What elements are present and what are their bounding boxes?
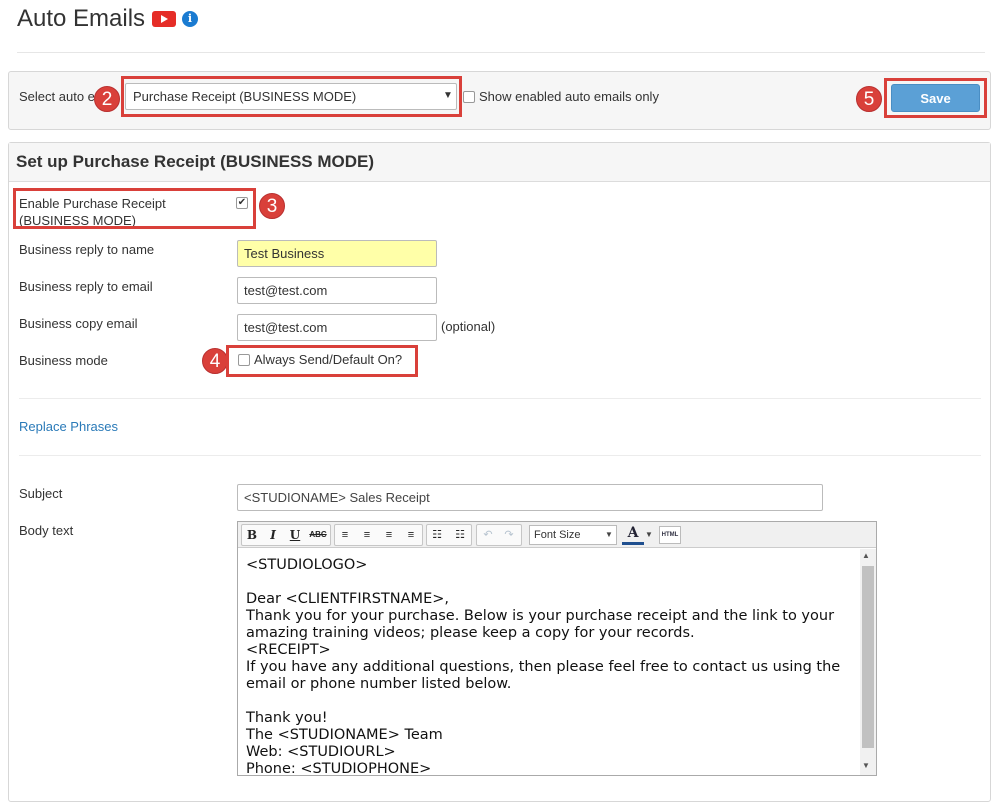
editor-line: Phone: <STUDIOPHONE> (246, 761, 432, 777)
copy-email-input[interactable]: test@test.com (237, 314, 437, 341)
editor-line: email or phone number listed below. (246, 676, 512, 692)
bullet-list-icon[interactable]: ☷ (428, 526, 446, 544)
step-badge-5: 5 (856, 86, 882, 112)
font-color-icon[interactable]: A (622, 525, 644, 545)
justify-icon[interactable]: ≡ (402, 526, 420, 544)
editor-line: Thank you for your purchase. Below is yo… (246, 608, 835, 624)
subject-label: Subject (19, 486, 63, 501)
show-enabled-checkbox[interactable] (463, 91, 475, 103)
youtube-icon[interactable] (152, 11, 176, 27)
business-mode-label: Business mode (19, 353, 108, 368)
bold-button[interactable]: B (243, 526, 261, 544)
scroll-down-icon[interactable]: ▼ (862, 761, 870, 770)
step-badge-2: 2 (94, 86, 120, 112)
replace-phrases-link[interactable]: Replace Phrases (19, 419, 118, 434)
italic-button[interactable]: I (264, 526, 282, 544)
editor-line: <STUDIOLOGO> (246, 557, 368, 573)
html-source-button[interactable]: HTML (659, 526, 681, 544)
editor-line: <RECEIPT> (246, 642, 331, 658)
strikethrough-button[interactable]: ABC (309, 526, 327, 544)
editor-line: The <STUDIONAME> Team (246, 727, 443, 743)
align-right-icon[interactable]: ≡ (380, 526, 398, 544)
reply-email-input[interactable]: test@test.com (237, 277, 437, 304)
reply-email-label: Business reply to email (19, 279, 153, 294)
editor-line: Dear <CLIENTFIRSTNAME>, (246, 591, 449, 607)
align-left-icon[interactable]: ≡ (336, 526, 354, 544)
font-size-select[interactable]: Font Size (529, 525, 617, 545)
highlight-box-enable (13, 188, 256, 229)
chevron-down-icon: ▼ (645, 530, 653, 539)
always-send-label[interactable]: Always Send/Default On? (254, 352, 402, 367)
editor-line: Thank you! (246, 710, 328, 726)
select-label: Select auto e (19, 89, 95, 104)
editor-content[interactable]: <STUDIOLOGO> Dear <CLIENTFIRSTNAME>, Thank… (246, 557, 854, 778)
editor-scrollbar-thumb[interactable] (862, 566, 874, 748)
align-center-icon[interactable]: ≡ (358, 526, 376, 544)
step-badge-3: 3 (259, 193, 285, 219)
step-badge-4: 4 (202, 348, 228, 374)
divider (19, 398, 981, 399)
page-title: Auto Emails (17, 5, 146, 32)
scroll-up-icon[interactable]: ▲ (862, 551, 870, 560)
copy-email-label: Business copy email (19, 316, 138, 331)
show-enabled-label[interactable]: Show enabled auto emails only (479, 89, 659, 104)
always-send-checkbox[interactable] (238, 354, 250, 366)
reply-name-label: Business reply to name (19, 242, 155, 257)
highlight-box-select (121, 76, 462, 117)
section-title: Set up Purchase Receipt (BUSINESS MODE) (16, 152, 375, 171)
divider (17, 52, 985, 53)
underline-button[interactable]: U (286, 526, 304, 544)
editor-line: Web: <STUDIOURL> (246, 744, 396, 760)
chevron-down-icon: ▼ (605, 530, 613, 539)
info-icon[interactable]: i (182, 11, 198, 27)
optional-hint: (optional) (441, 319, 496, 334)
body-text-label: Body text (19, 523, 74, 538)
reply-name-input[interactable]: Test Business (237, 240, 437, 267)
editor-line: If you have any additional questions, th… (246, 659, 841, 675)
save-button[interactable]: Save (891, 84, 980, 112)
undo-icon[interactable]: ↶ (479, 526, 497, 544)
editor-line: amazing training videos; please keep a c… (246, 625, 695, 641)
redo-icon[interactable]: ↷ (500, 526, 518, 544)
subject-input[interactable]: <STUDIONAME> Sales Receipt (237, 484, 823, 511)
divider (19, 455, 981, 456)
numbered-list-icon[interactable]: ☷ (451, 526, 469, 544)
